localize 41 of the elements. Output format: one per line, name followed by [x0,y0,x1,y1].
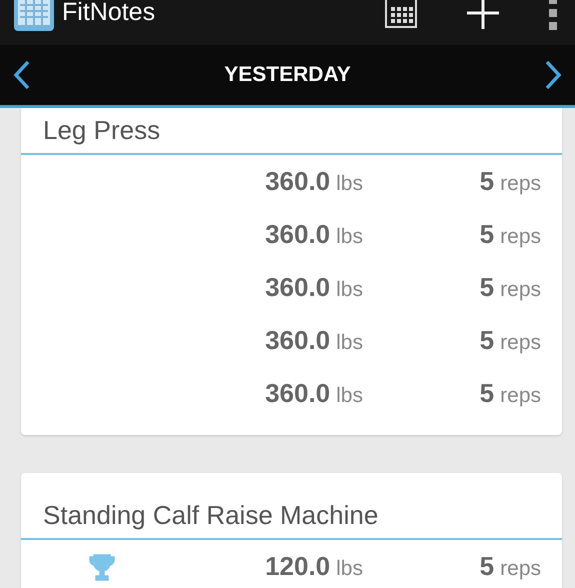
reps-value: 5 [480,271,494,304]
more-menu-icon[interactable] [549,0,557,30]
weight-value: 360.0 [265,377,330,410]
set-row[interactable]: 360.0 lbs 5 reps [21,367,562,420]
exercise-name: Standing Calf Raise Machine [43,499,378,532]
add-icon[interactable] [465,0,501,30]
set-row[interactable]: 360.0 lbs 5 reps [21,314,562,367]
next-day-icon[interactable] [543,60,563,90]
set-row[interactable]: 120.0 lbs 5 reps [21,540,562,588]
date-label: YESTERDAY [224,62,351,88]
previous-day-icon[interactable] [12,60,32,90]
weight-value: 360.0 [265,271,330,304]
app-title: FitNotes [62,0,156,28]
set-row[interactable]: 360.0 lbs 5 reps [21,261,562,314]
reps-unit: reps [500,277,541,303]
weight-value: 360.0 [265,165,330,198]
app-logo-icon [12,0,56,32]
reps-value: 5 [480,324,494,357]
trophy-icon [89,552,115,580]
reps-unit: reps [500,224,541,250]
weight-unit: lbs [336,277,363,303]
reps-unit: reps [500,556,541,582]
weight-value: 360.0 [265,218,330,251]
reps-unit: reps [500,171,541,197]
reps-value: 5 [480,377,494,410]
set-row[interactable]: 360.0 lbs 5 reps [21,155,562,208]
reps-value: 5 [480,165,494,198]
weight-unit: lbs [336,224,363,250]
calendar-icon[interactable] [385,0,417,28]
reps-value: 5 [480,218,494,251]
weight-unit: lbs [336,556,363,582]
reps-unit: reps [500,383,541,409]
weight-unit: lbs [336,330,363,356]
weight-unit: lbs [336,171,363,197]
reps-value: 5 [480,550,494,583]
reps-unit: reps [500,330,541,356]
weight-value: 360.0 [265,324,330,357]
exercise-name: Leg Press [43,114,160,147]
set-row[interactable]: 360.0 lbs 5 reps [21,208,562,261]
weight-value: 120.0 [265,550,330,583]
weight-unit: lbs [336,383,363,409]
